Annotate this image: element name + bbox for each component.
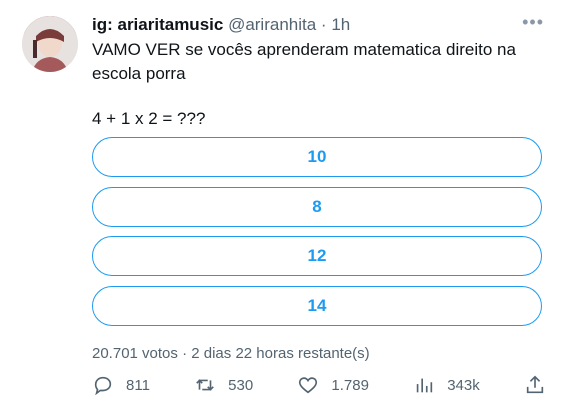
share-icon xyxy=(526,375,544,394)
like-button[interactable]: 1.789 xyxy=(297,374,369,396)
tweet-question: 4 + 1 x 2 = ??? xyxy=(92,109,206,128)
tweet-text: VAMO VER se vocês aprenderam matematica … xyxy=(92,40,516,83)
poll: 10 8 12 14 xyxy=(92,137,542,335)
like-count: 1.789 xyxy=(331,376,369,394)
reply-icon xyxy=(94,376,112,396)
poll-meta: 20.701 votos · 2 dias 22 horas restante(… xyxy=(92,345,370,362)
poll-option-label: 12 xyxy=(307,246,327,265)
poll-option-4[interactable]: 14 xyxy=(92,285,542,326)
reply-count: 811 xyxy=(126,376,150,394)
poll-option-3[interactable]: 12 xyxy=(92,236,542,276)
action-bar: 811 530 1.789 343k xyxy=(92,372,546,398)
retweet-count: 530 xyxy=(228,376,254,394)
views-count: 343k xyxy=(447,376,480,394)
poll-option-2[interactable]: 8 xyxy=(92,186,542,227)
poll-option-label: 14 xyxy=(307,295,327,315)
meta-separator: · xyxy=(177,345,192,362)
views-button[interactable]: 343k xyxy=(413,374,480,396)
retweet-button[interactable]: 530 xyxy=(194,374,253,396)
header-separator: · xyxy=(316,15,332,34)
tweet-time[interactable]: 1h xyxy=(331,15,350,34)
more-icon[interactable]: ••• xyxy=(522,12,544,33)
time-remaining: 2 dias 22 horas restante(s) xyxy=(191,345,370,362)
views-icon xyxy=(416,378,433,393)
poll-option-label: 10 xyxy=(307,147,327,166)
retweet-icon xyxy=(196,379,214,391)
poll-option-label: 8 xyxy=(312,196,322,216)
vote-count: 20.701 votos xyxy=(92,345,178,362)
share-button[interactable] xyxy=(524,374,546,396)
author-handle[interactable]: @ariranhita xyxy=(228,15,316,34)
like-icon xyxy=(299,377,318,394)
reply-button[interactable]: 811 xyxy=(92,374,150,396)
tweet-header: ig: ariaritamusic @ariranhita · 1h xyxy=(92,14,524,36)
poll-option-1[interactable]: 10 xyxy=(92,137,542,177)
avatar[interactable] xyxy=(22,16,78,72)
author-name[interactable]: ig: ariaritamusic xyxy=(92,15,223,34)
